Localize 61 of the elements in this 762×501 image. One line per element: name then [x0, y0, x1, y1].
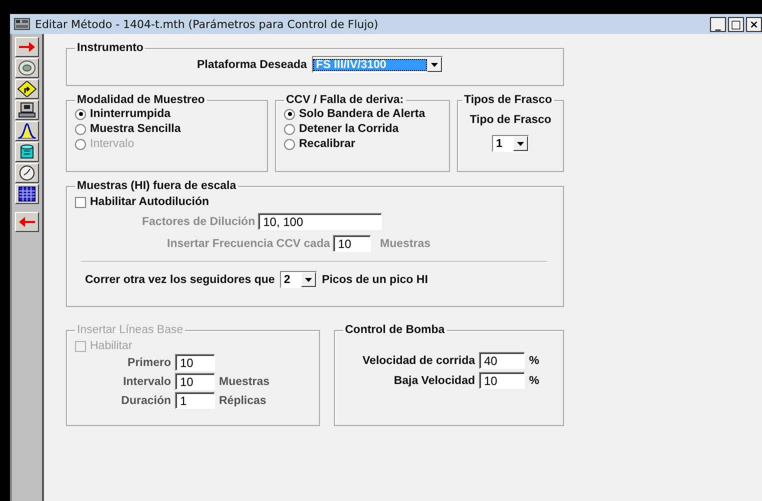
- input-field[interactable]: 10: [479, 372, 525, 389]
- toolbar-arrow-left-button[interactable]: [15, 212, 39, 232]
- group-title: Instrumento: [76, 42, 144, 54]
- machine-icon: [17, 102, 37, 118]
- toolbar-sign-button[interactable]: [15, 79, 39, 99]
- window-control-button[interactable]: □: [728, 16, 744, 32]
- unit-label: %: [529, 374, 540, 386]
- peak-icon: [17, 123, 37, 139]
- dropdown-arrow-icon: [517, 142, 524, 146]
- radio-option[interactable]: Solo Bandera de Alerta: [284, 108, 441, 120]
- bottle-type-dropdown[interactable]: 1: [492, 135, 529, 152]
- window-control-button[interactable]: _: [710, 16, 726, 32]
- window-title: Editar Método - 1404-t.mth (Parámetros para Control de Flujo): [35, 18, 378, 30]
- field-label: Correr otra vez los seguidores que: [85, 274, 275, 286]
- radio-option[interactable]: Detener la Corrida: [284, 123, 441, 135]
- radio-option[interactable]: Ininterrumpida: [75, 108, 259, 120]
- dropdown-arrow-icon: [430, 62, 438, 66]
- field-label: Velocidad de corrida: [362, 354, 475, 366]
- peaks-dropdown[interactable]: 2: [280, 271, 317, 288]
- group-title: Tipos de Frasco: [463, 94, 553, 106]
- field-label: Picos de un pico HI: [322, 274, 428, 286]
- dropdown-value: 1: [495, 138, 504, 150]
- window-icon: [14, 18, 30, 30]
- group-title: Control de Bomba: [344, 324, 446, 336]
- toolbar-cylinder-button[interactable]: [15, 142, 39, 162]
- dropdown-value: 2: [282, 274, 292, 286]
- arrow-left-icon: [17, 214, 37, 230]
- grid-icon: [17, 186, 37, 202]
- radio-option[interactable]: Recalibrar: [284, 138, 441, 150]
- toolbar-disc-button[interactable]: [15, 58, 39, 78]
- window-control-button[interactable]: ×: [746, 16, 762, 32]
- field-label: Plataforma Deseada: [197, 58, 307, 70]
- unit-label: Muestras: [380, 238, 430, 250]
- sign-icon: [17, 81, 37, 97]
- toolbar-machine-button[interactable]: [15, 100, 39, 120]
- disc-icon: [17, 60, 37, 76]
- field-label: Intervalo: [122, 376, 171, 388]
- group-title: Modalidad de Muestreo: [76, 94, 206, 106]
- unit-label: Muestras: [219, 376, 270, 388]
- checkbox[interactable]: Habilitar Autodilución: [75, 196, 555, 208]
- dropdown-value: FS III/IV/3100: [312, 58, 427, 70]
- field-label: Primero: [126, 356, 171, 368]
- group-title: CCV / Falla de deriva:: [285, 94, 405, 106]
- field-label: Duración: [120, 394, 171, 406]
- field-label: Insertar Frecuencia CCV cada: [167, 238, 330, 250]
- unit-label: Réplicas: [219, 394, 268, 406]
- unit-label: %: [529, 354, 540, 366]
- input-field[interactable]: 40: [479, 352, 525, 369]
- field-label: Factores de Dilución: [142, 216, 256, 228]
- toolbar-peak-button[interactable]: [15, 121, 39, 141]
- group-title: Muestras (HI) fuera de escala: [76, 180, 238, 192]
- field-label: Tipo de Frasco: [470, 114, 552, 126]
- dropdown-arrow-icon: [304, 278, 312, 282]
- radio-option[interactable]: Muestra Sencilla: [75, 123, 259, 135]
- field-label: Baja Velocidad: [392, 374, 475, 386]
- group-title: Insertar Líneas Base: [76, 324, 184, 336]
- toolbar-grid-button[interactable]: [15, 184, 39, 204]
- clock-icon: [17, 165, 37, 181]
- toolbar-arrow-right-button[interactable]: [15, 37, 39, 57]
- arrow-right-icon: [17, 39, 37, 55]
- toolbar-clock-button[interactable]: [15, 163, 39, 183]
